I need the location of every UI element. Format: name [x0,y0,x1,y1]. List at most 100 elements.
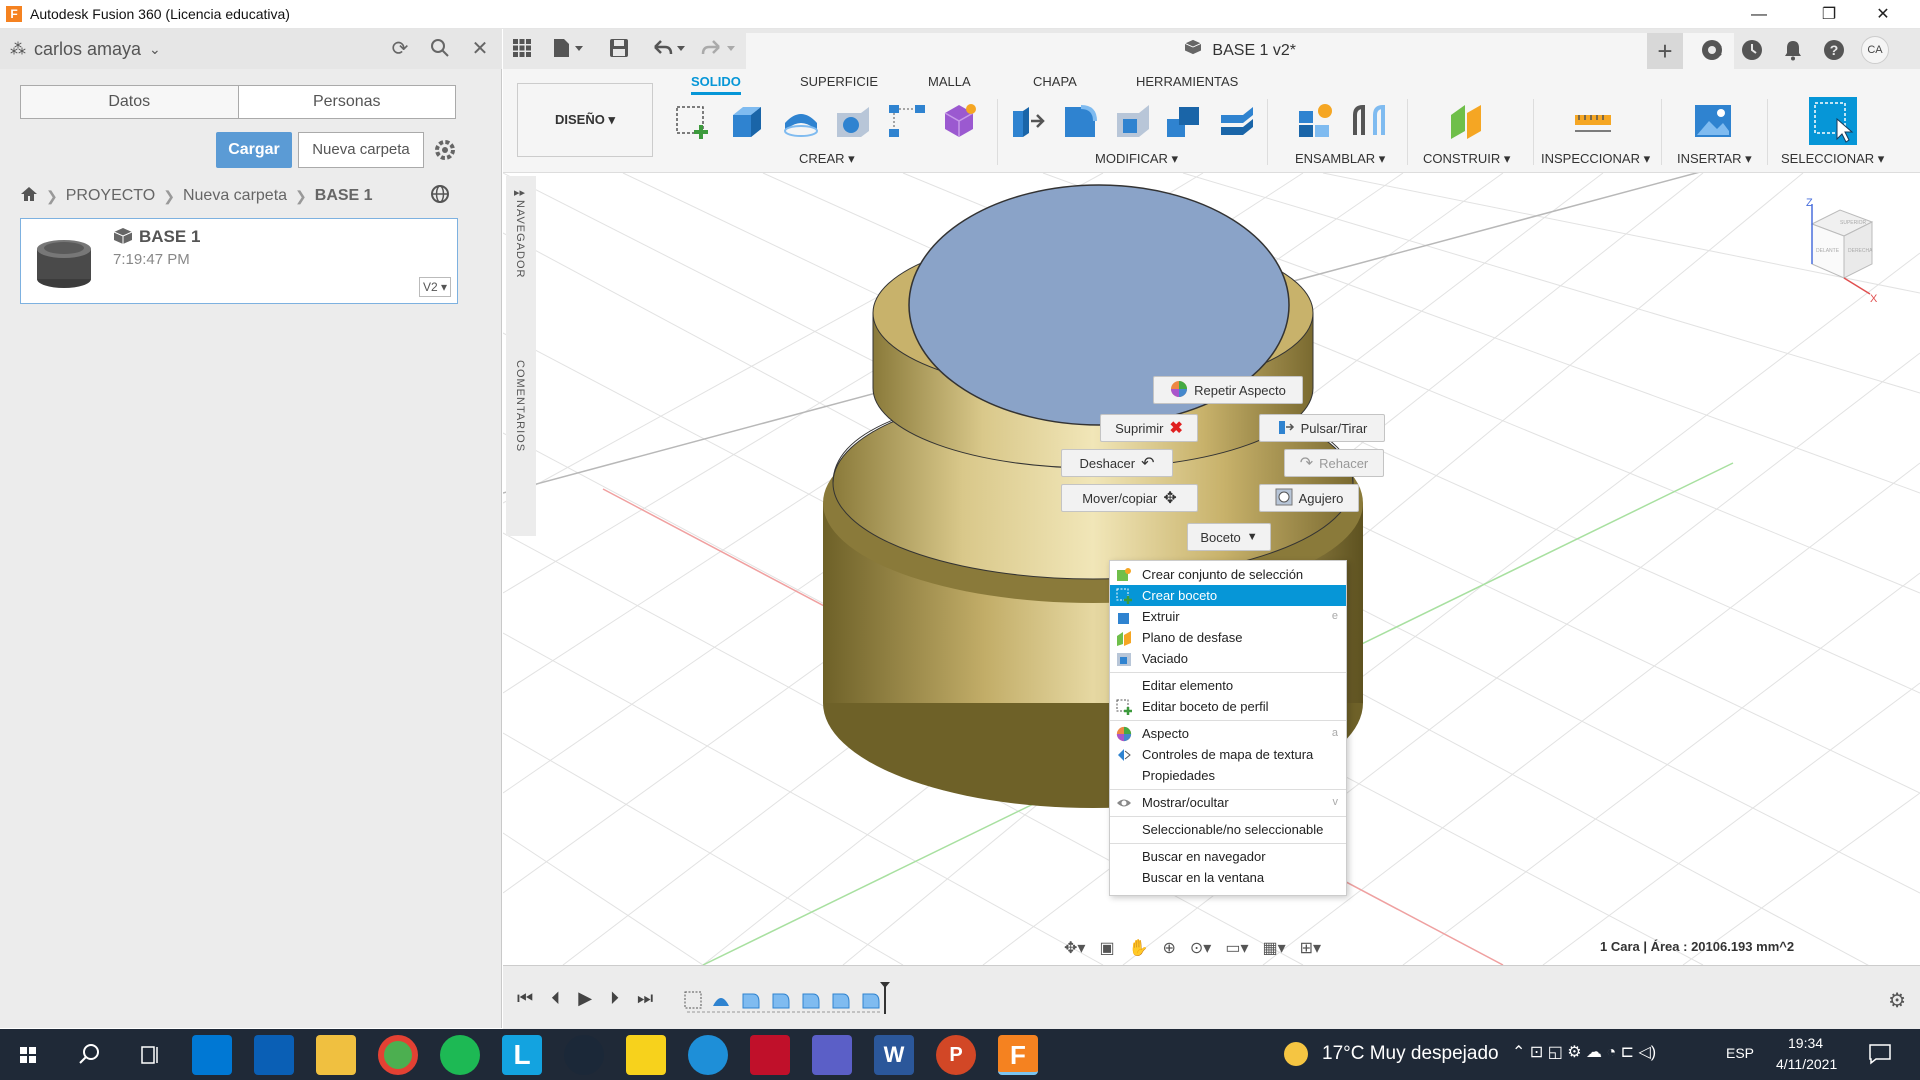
weather-text[interactable]: 17°C Muy despejado [1322,1043,1499,1065]
input-language[interactable]: ESP [1726,1045,1754,1061]
home-icon[interactable] [20,186,38,207]
revolve-icon[interactable] [781,101,821,141]
close-window-button[interactable]: ✕ [1860,0,1906,29]
fillet-icon[interactable] [1061,101,1101,141]
spotify-icon[interactable] [440,1035,480,1075]
play-icon[interactable]: ▶ [578,988,592,1009]
minimize-button[interactable]: — [1736,0,1782,29]
task-view-icon[interactable] [130,1035,170,1075]
navigator-label[interactable]: NAVEGADOR [514,200,526,278]
timeline-settings-gear-icon[interactable]: ⚙ [1888,988,1906,1013]
form-icon[interactable] [939,101,979,141]
notifications-icon[interactable] [1783,39,1803,64]
press-pull-icon[interactable] [1009,101,1049,141]
zoom-icon[interactable]: ⊕ [1162,938,1175,958]
mail-icon[interactable] [254,1035,294,1075]
breadcrumb-project[interactable]: PROYECTO [66,187,156,205]
edge-icon[interactable] [688,1035,728,1075]
expand-arrows-icon[interactable]: ▸▸ [514,186,525,199]
tray-icons[interactable]: ⌃ ⊡ ◱ ⚙ ☁ ◔ ⊏ ◁) [1512,1042,1656,1062]
menu-item-find-in-window[interactable]: Buscar en la ventana [1110,867,1346,888]
help-icon[interactable]: ? [1823,39,1845,64]
group-crear[interactable]: CREAR ▾ [799,151,855,167]
sketch-dropdown-button[interactable]: Boceto ▼ [1187,523,1271,551]
create-sketch-icon[interactable] [673,101,713,141]
chrome-icon[interactable] [378,1035,418,1075]
go-to-start-icon[interactable]: ⏮ [517,988,533,1009]
menu-item-selectable[interactable]: Seleccionable/no seleccionable [1110,819,1346,840]
search-icon[interactable] [428,37,452,61]
joint-icon[interactable] [1349,101,1389,141]
menu-item-create-sketch[interactable]: Crear boceto [1110,585,1346,606]
extensions-icon[interactable] [1701,39,1723,64]
file-explorer-icon[interactable] [316,1035,356,1075]
menu-item-extrude[interactable]: Extruir e [1110,606,1346,627]
new-component-icon[interactable] [1295,101,1335,141]
suppress-button[interactable]: Suprimir ✖ [1100,414,1198,442]
teams-icon[interactable] [812,1035,852,1075]
undo-icon[interactable] [651,38,687,61]
tab-personas[interactable]: Personas [239,86,456,118]
user-menu[interactable]: ⁂ carlos amaya ⌄ [10,39,161,60]
menu-item-texture-map-controls[interactable]: Controles de mapa de textura [1110,744,1346,765]
settings-gear-icon[interactable] [432,137,458,163]
grid-settings-icon[interactable]: ▦▾ [1262,938,1285,958]
measure-icon[interactable] [1573,101,1613,141]
job-status-icon[interactable] [1741,39,1763,64]
display-settings-icon[interactable]: ▭▾ [1225,938,1248,958]
powerpoint-icon[interactable]: P [936,1035,976,1075]
menu-item-edit-feature[interactable]: Editar elemento [1110,675,1346,696]
offset-plane-icon[interactable] [1447,101,1487,141]
close-panel-icon[interactable]: ✕ [468,37,492,61]
file-menu-icon[interactable] [553,38,587,61]
menu-item-shell[interactable]: Vaciado [1110,648,1346,669]
new-folder-button[interactable]: Nueva carpeta [298,132,424,168]
offset-faces-icon[interactable] [1217,101,1257,141]
start-button[interactable] [8,1035,48,1075]
restore-button[interactable]: ❐ [1806,0,1852,29]
breadcrumb-folder[interactable]: Nueva carpeta [183,187,287,205]
version-dropdown[interactable]: V2 ▾ [419,277,451,297]
search-icon[interactable] [70,1035,110,1075]
viewports-icon[interactable]: ⊞▾ [1300,938,1321,958]
globe-icon[interactable] [430,184,450,207]
group-insertar[interactable]: INSERTAR ▾ [1677,151,1752,167]
pan-hand-icon[interactable]: ✋ [1129,938,1149,958]
upload-button[interactable]: Cargar [216,132,292,168]
file-card[interactable]: BASE 1 7:19:47 PM V2 ▾ [20,218,458,304]
clock-date[interactable]: 4/11/2021 [1776,1056,1837,1072]
notification-center-icon[interactable] [1868,1042,1892,1066]
tab-datos[interactable]: Datos [21,86,239,118]
refresh-icon[interactable]: ⟳ [388,37,412,61]
tab-herramientas[interactable]: HERRAMIENTAS [1136,74,1238,89]
look-at-icon[interactable]: ▣ [1099,938,1114,958]
orbit-icon[interactable]: ✥▾ [1064,938,1085,958]
move-copy-button[interactable]: Mover/copiar ✥ [1061,484,1198,512]
step-forward-icon[interactable]: ⏵ [610,988,619,1009]
valorant-icon[interactable] [750,1035,790,1075]
clock-time[interactable]: 19:34 [1788,1035,1823,1051]
group-construir[interactable]: CONSTRUIR ▾ [1423,151,1510,167]
menu-item-show-hide[interactable]: Mostrar/ocultar v [1110,792,1346,813]
menu-item-appearance[interactable]: Aspecto a [1110,723,1346,744]
combine-icon[interactable] [1165,101,1205,141]
menu-item-offset-plane[interactable]: Plano de desfase [1110,627,1346,648]
shell-icon[interactable] [1113,101,1153,141]
workspace-dropdown[interactable]: DISEÑO ▾ [517,83,653,157]
tab-malla[interactable]: MALLA [928,74,971,89]
document-tab[interactable]: BASE 1 v2* ✕ [746,33,1734,69]
menu-item-find-in-browser[interactable]: Buscar en navegador [1110,846,1346,867]
pattern-icon[interactable] [887,101,927,141]
menu-item-create-selection-set[interactable]: Crear conjunto de selección [1110,564,1346,585]
menu-item-properties[interactable]: Propiedades [1110,765,1346,786]
save-icon[interactable] [609,38,629,61]
repeat-appearance-button[interactable]: Repetir Aspecto [1153,376,1303,404]
store-icon[interactable] [192,1035,232,1075]
comments-label[interactable]: COMENTARIOS [514,360,526,452]
extrude-icon[interactable] [727,101,767,141]
press-pull-button[interactable]: Pulsar/Tirar [1259,414,1385,442]
menu-item-edit-profile-sketch[interactable]: Editar boceto de perfil [1110,696,1346,717]
user-avatar[interactable]: CA [1861,36,1889,64]
word-icon[interactable]: W [874,1035,914,1075]
new-tab-button[interactable]: + [1647,33,1683,69]
